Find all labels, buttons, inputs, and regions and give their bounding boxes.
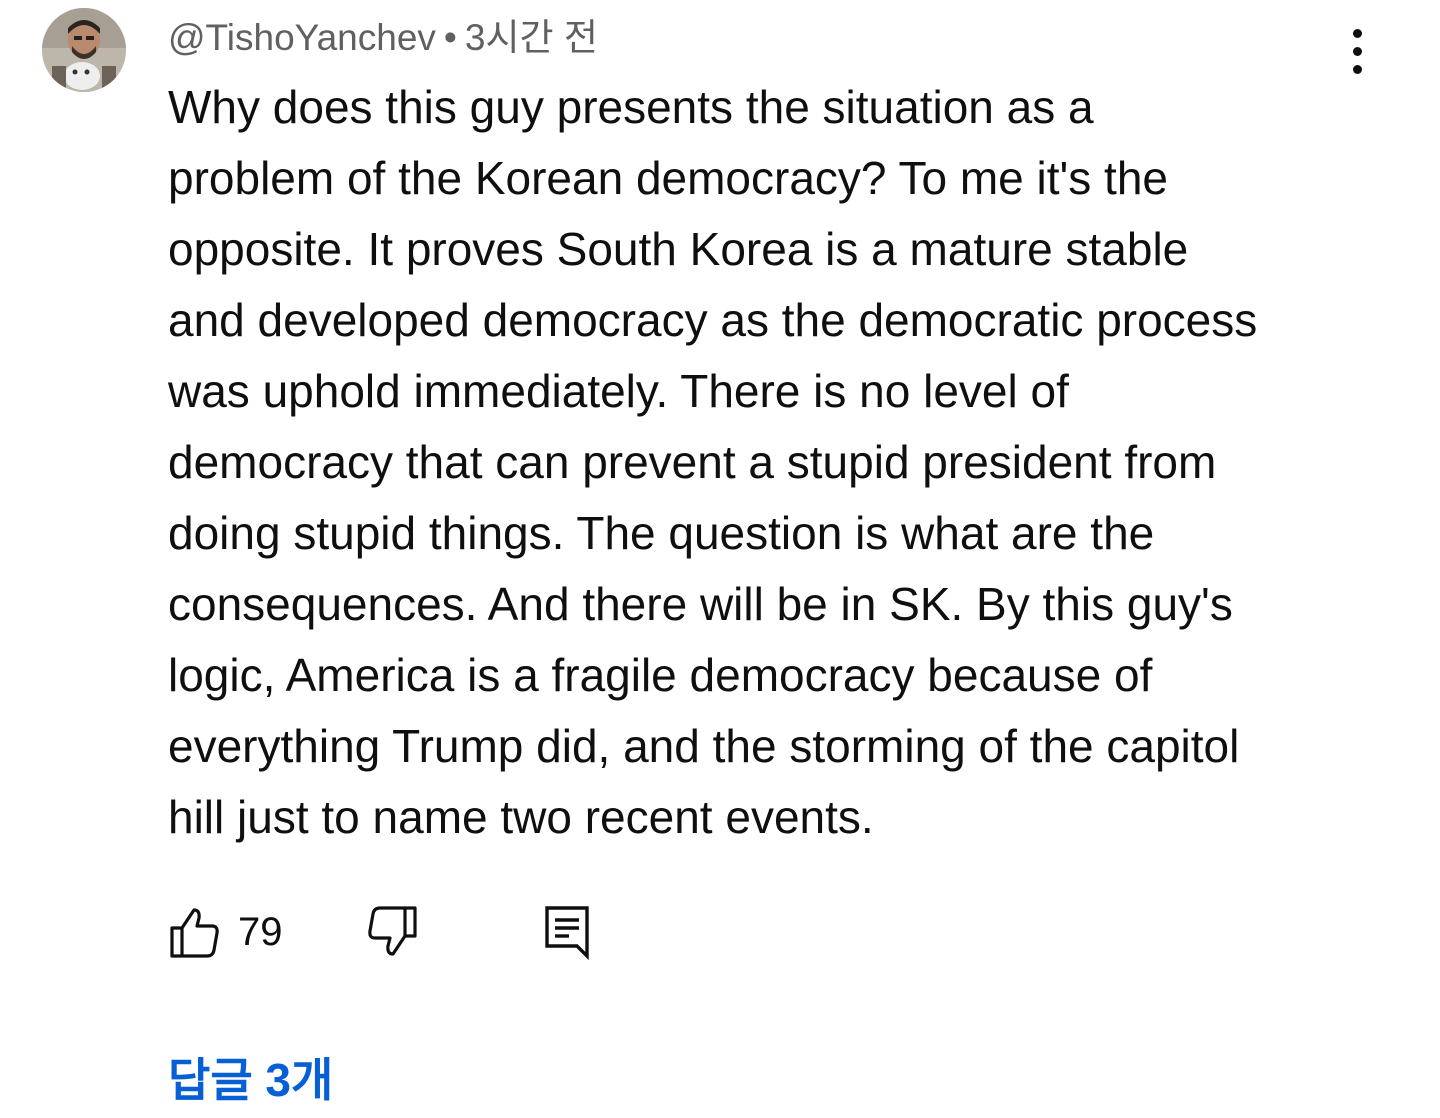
header-separator: • — [443, 17, 457, 58]
comment-text: Why does this guy presents the situation… — [168, 81, 1258, 843]
like-count: 79 — [238, 909, 283, 954]
like-button[interactable]: 79 — [168, 906, 283, 958]
dislike-button[interactable] — [367, 906, 419, 958]
reply-comment-icon — [544, 906, 589, 960]
avatar[interactable] — [42, 8, 126, 92]
more-options-button[interactable] — [1330, 24, 1384, 78]
avatar-image — [42, 8, 126, 92]
comment-header: @TishoYanchev • 3시간 전 — [168, 14, 598, 62]
author-name[interactable]: @TishoYanchev — [168, 17, 436, 58]
comment-timestamp[interactable]: 3시간 전 — [465, 17, 598, 58]
comment-actions: 79 — [168, 900, 591, 964]
more-vertical-icon-dot — [1352, 46, 1362, 56]
thumbs-up-icon — [170, 908, 219, 958]
more-vertical-icon — [1352, 28, 1362, 38]
reply-button[interactable] — [543, 904, 591, 960]
comment-thread: @TishoYanchev • 3시간 전 Why does this guy pr… — [0, 0, 1440, 1118]
thumbs-down-icon — [367, 906, 417, 956]
view-replies-link[interactable]: 답글 3개 — [168, 1050, 333, 1110]
